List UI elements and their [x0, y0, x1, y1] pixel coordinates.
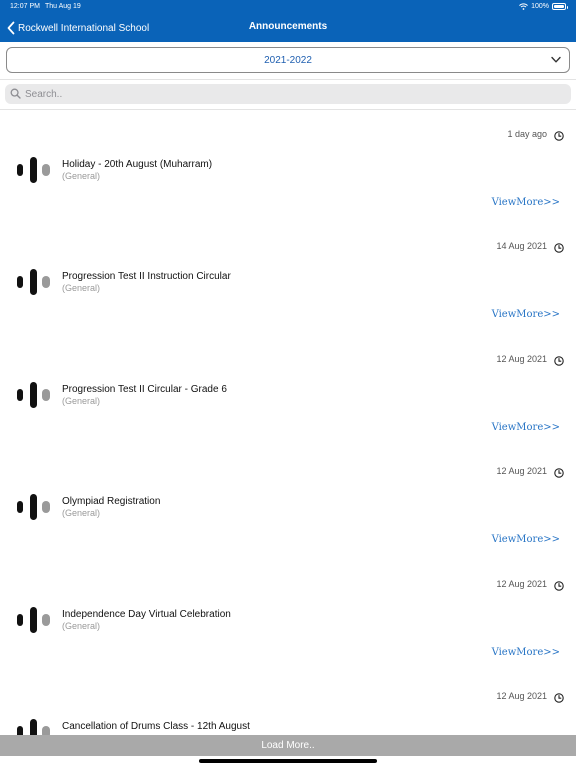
home-indicator — [199, 759, 377, 763]
announcement-category: (General) — [62, 283, 101, 294]
academic-year-value: 2021-2022 — [264, 55, 312, 66]
announcement-item[interactable]: 12 Aug 2021 Progression Test II Circular … — [0, 336, 576, 448]
clock-icon — [554, 578, 564, 591]
navigation-header: 12:07 PM Thu Aug 19 100% Rockwell Intern… — [0, 0, 576, 42]
status-bar: 12:07 PM Thu Aug 19 100% — [0, 0, 576, 14]
announcement-time: 12 Aug 2021 — [496, 466, 547, 477]
view-more-link[interactable]: ViewMore>> — [492, 197, 560, 208]
announcement-time: 1 day ago — [507, 129, 547, 139]
clock-icon — [554, 465, 564, 478]
load-more-label: Load More.. — [261, 740, 315, 751]
announcement-type-icon — [16, 381, 52, 409]
view-more-link[interactable]: ViewMore>> — [492, 422, 560, 433]
search-input[interactable] — [25, 84, 565, 104]
search-icon — [10, 88, 21, 99]
announcement-item[interactable]: 14 Aug 2021 Progression Test II Instructi… — [0, 223, 576, 335]
back-button-label: Rockwell International School — [18, 22, 150, 34]
announcement-title: Independence Day Virtual Celebration — [62, 608, 231, 620]
battery-fill — [554, 5, 564, 8]
announcement-time: 12 Aug 2021 — [496, 690, 547, 701]
announcement-title: Progression Test II Instruction Circular — [62, 271, 231, 283]
announcement-category: (General) — [62, 508, 101, 519]
back-button[interactable]: Rockwell International School — [6, 19, 149, 37]
announcement-type-icon — [16, 156, 52, 184]
announcement-item[interactable]: 12 Aug 2021 Independence Day Virtual Cele… — [0, 561, 576, 673]
announcement-title: Progression Test II Circular - Grade 6 — [62, 383, 227, 395]
announcement-title: Olympiad Registration — [62, 496, 161, 508]
announcement-category: (General) — [62, 620, 101, 631]
status-time: 12:07 PM — [10, 3, 40, 10]
announcement-type-icon — [16, 493, 52, 521]
search-bar[interactable] — [5, 84, 571, 104]
clock-icon — [554, 240, 564, 254]
divider — [0, 79, 576, 80]
view-more-link[interactable]: ViewMore>> — [492, 309, 560, 320]
app-root: 12:07 PM Thu Aug 19 100% Rockwell Intern… — [0, 0, 576, 768]
announcement-time: 14 Aug 2021 — [496, 241, 547, 252]
announcement-list: 1 day ago Holiday - 20th August (Muharram… — [0, 111, 576, 735]
view-more-link[interactable]: ViewMore>> — [492, 647, 560, 658]
clock-icon — [554, 690, 564, 703]
chevron-left-icon — [7, 21, 15, 35]
battery-percent: 100% — [531, 3, 549, 10]
clock-icon — [554, 353, 564, 366]
battery-icon — [552, 3, 568, 10]
view-more-link[interactable]: ViewMore>> — [492, 534, 560, 545]
status-indicators: 100% — [519, 3, 568, 10]
wifi-icon — [519, 3, 528, 10]
announcement-title: Cancellation of Drums Class - 12th Augus… — [62, 720, 250, 732]
announcement-type-icon — [16, 718, 52, 735]
load-more-button[interactable]: Load More.. — [0, 735, 576, 756]
clock-icon — [554, 128, 564, 141]
chevron-down-icon — [551, 56, 561, 63]
announcement-item[interactable]: 12 Aug 2021 Olympiad Registration (General… — [0, 448, 576, 560]
announcement-type-icon — [16, 268, 52, 296]
announcement-type-icon — [16, 606, 52, 634]
announcement-category: (General) — [62, 395, 101, 406]
status-date: Thu Aug 19 — [45, 3, 81, 10]
academic-year-select[interactable]: 2021-2022 — [6, 47, 570, 73]
announcement-time: 12 Aug 2021 — [496, 578, 547, 589]
announcement-item[interactable]: 1 day ago Holiday - 20th August (Muharram… — [0, 111, 576, 223]
announcement-time: 12 Aug 2021 — [496, 353, 547, 364]
announcement-item[interactable]: 12 Aug 2021 Cancellation of Drums Class -… — [0, 673, 576, 735]
announcement-title: Holiday - 20th August (Muharram) — [62, 159, 213, 170]
divider — [0, 109, 576, 110]
announcement-category: (General) — [62, 171, 101, 181]
